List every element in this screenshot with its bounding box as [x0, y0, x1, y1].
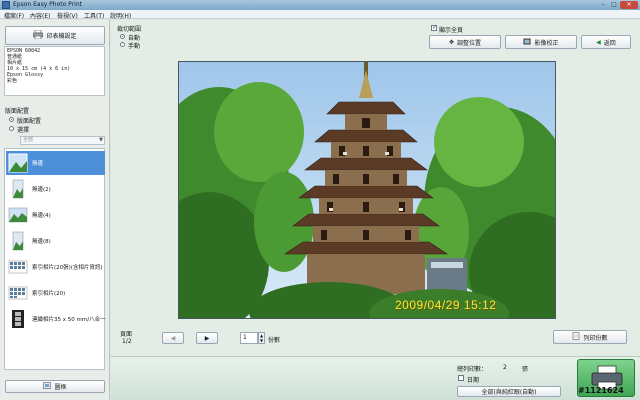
date-label: 日期 [467, 377, 480, 384]
image-correction-button[interactable]: 影像校正 [505, 35, 577, 49]
close-button[interactable]: ✕ [620, 1, 638, 9]
layout-item-label: 無邊 [32, 161, 44, 167]
document-icon [572, 332, 580, 342]
layout-section-label: 版面配置 [5, 108, 30, 115]
total-print-value: 2 [503, 364, 507, 371]
maximize-button[interactable]: □ [609, 1, 619, 9]
frame-button[interactable]: 圖框 [5, 380, 105, 393]
copies-unit: 份數 [268, 337, 281, 344]
frame-button-label: 圖框 [54, 384, 67, 391]
layout-item-borderless-8[interactable]: 無邊(8) [6, 229, 105, 253]
layout-item-borderless[interactable]: 無邊 [6, 151, 105, 175]
crop-auto-radio[interactable] [120, 34, 125, 39]
layout-mode-label-1: 版面配置 [17, 118, 42, 125]
page-value: 1/2 [122, 338, 132, 345]
layout-item-label: 無邊(4) [32, 213, 51, 219]
back-button[interactable]: ◀ 返回 [581, 35, 631, 49]
layout-item-label: 無邊(2) [32, 187, 51, 193]
print-copies-button[interactable]: 列印份數 [553, 330, 627, 344]
window-title: Epson Easy Photo Print [13, 1, 82, 8]
menu-view[interactable]: 檢視(V) [57, 11, 78, 20]
layout-thumbnail [8, 153, 28, 173]
layout-item-label: 無邊(8) [32, 239, 51, 245]
layout-item-index-info[interactable]: 索引相片(20張)(含相片資訊) [6, 255, 105, 279]
layout-item-index[interactable]: 索引相片(20) [6, 281, 105, 305]
copies-stepper[interactable]: ▲ ▼ [258, 332, 265, 344]
print-copies-label: 列印份數 [583, 334, 608, 342]
arrow-left-icon: ◀ [170, 334, 176, 342]
layout-item-film-strip[interactable]: 連續相片35 x 50 mm/八合一 [6, 307, 106, 331]
layout-filter-value: 全部 [23, 137, 34, 143]
app-icon [2, 1, 10, 9]
date-checkbox[interactable] [458, 375, 464, 381]
layout-item-label: 連續相片35 x 50 mm/八合一 [32, 317, 106, 323]
auto-correct-label: 全部(與純紅眼(自動) [481, 389, 537, 396]
adjust-position-button[interactable]: ✥ 調整位置 [429, 35, 501, 49]
film-strip-icon [12, 310, 24, 328]
prev-page-button[interactable]: ◀ [162, 332, 184, 344]
layout-mode-radio-2[interactable] [9, 126, 14, 131]
pagoda-photo [179, 62, 555, 318]
crop-manual-label: 手動 [128, 43, 141, 50]
printer-icon [33, 29, 44, 41]
layout-mode-label-2: 選擇 [17, 127, 30, 134]
layout-thumbnail [8, 286, 28, 300]
layout-item-label: 索引相片(20張)(含相片資訊) [32, 265, 103, 271]
crop-range-label: 裁切範圍 [117, 26, 142, 33]
back-arrow-icon: ◀ [596, 38, 601, 46]
image-correction-icon [523, 38, 531, 47]
layout-thumbnail [8, 207, 28, 223]
back-label: 返回 [603, 39, 616, 47]
show-all-checkbox[interactable] [431, 24, 437, 31]
layout-item-borderless-4[interactable]: 無邊(4) [6, 203, 105, 227]
layout-thumbnail [12, 231, 24, 251]
paper-info-panel: EPSON 60042 普通紙 相片紙 10 x 15 cm (4 x 6 in… [4, 46, 105, 96]
menu-help[interactable]: 說明(H) [110, 11, 131, 20]
menu-file[interactable]: 檔案(F) [4, 11, 24, 20]
layout-mode-radio-1[interactable] [9, 117, 14, 122]
layout-thumbnail [8, 260, 28, 274]
printer-settings-label: 印表機設定 [46, 33, 77, 40]
crop-manual-radio[interactable] [120, 42, 125, 47]
copies-value: 1 [243, 334, 247, 341]
menu-bar: 檔案(F) 內容(E) 檢視(V) 工具(T) 說明(H) [0, 10, 640, 20]
printer-settings-button[interactable]: 印表機設定 [5, 26, 105, 45]
show-all-label: 顯示全頁 [439, 27, 464, 34]
layout-thumbnail [12, 179, 24, 199]
photo-date-stamp: 2009/04/29 15:12 [395, 298, 497, 312]
next-page-button[interactable]: ▶ [196, 332, 218, 344]
image-correction-label: 影像校正 [534, 39, 559, 47]
minimize-button[interactable]: – [598, 1, 608, 9]
copies-input[interactable]: 1 [240, 332, 258, 344]
layout-filter-select[interactable]: 全部 ▼ [20, 136, 105, 145]
chevron-down-icon: ▼ [99, 137, 103, 143]
menu-edit[interactable]: 內容(E) [30, 11, 50, 20]
total-print-unit: 張 [522, 366, 529, 373]
layout-item-borderless-2[interactable]: 無邊(2) [6, 177, 105, 201]
arrow-right-icon: ▶ [204, 334, 210, 342]
move-icon: ✥ [448, 38, 454, 46]
total-print-label: 總列印數： [457, 366, 488, 373]
title-bar: Epson Easy Photo Print – □ ✕ [0, 0, 640, 10]
frame-icon [43, 382, 52, 391]
layout-list: 無邊 無邊(2) 無邊(4) 無邊(8) 索引相片(20張)(含相片資訊) 索引… [4, 148, 106, 370]
adjust-position-label: 調整位置 [457, 39, 482, 47]
layout-item-label: 索引相片(20) [32, 291, 66, 297]
page-label: 頁面 [120, 331, 133, 338]
menu-tools[interactable]: 工具(T) [84, 11, 104, 20]
auto-correct-button[interactable]: 全部(與純紅眼(自動) [457, 386, 561, 397]
watermark-text: #1121624 [578, 386, 624, 395]
photo-preview[interactable] [178, 61, 556, 319]
